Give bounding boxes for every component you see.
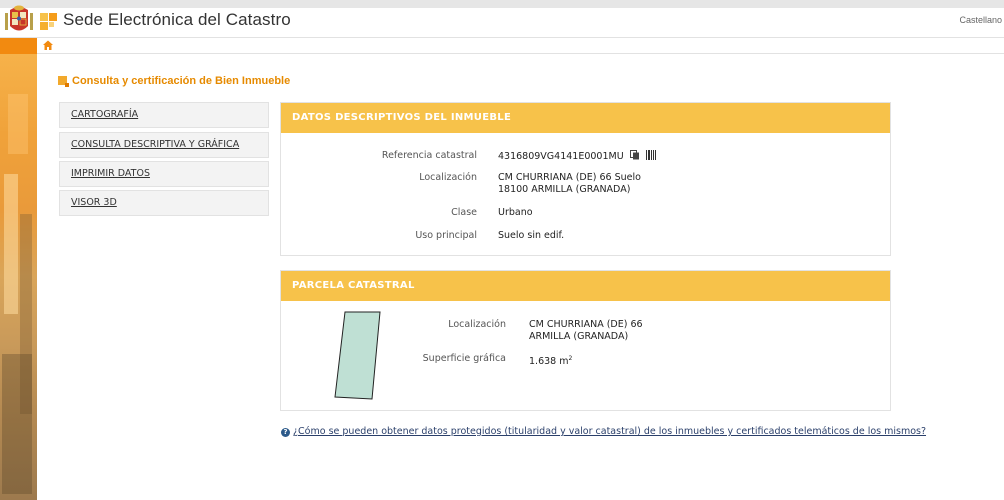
- help-question-icon: ?: [281, 428, 290, 437]
- loc-line-2: 18100 ARMILLA (GRANADA): [498, 184, 631, 195]
- superficie-number: 1.638 m: [529, 356, 569, 368]
- datos-panel-header: DATOS DESCRIPTIVOS DEL INMUEBLE: [281, 103, 890, 133]
- catastro-logo-icon: [40, 13, 58, 31]
- language-selector[interactable]: Castellano: [959, 15, 1002, 25]
- copy-icon[interactable]: [629, 150, 640, 160]
- superficie-label: Superficie gráfica: [422, 353, 506, 364]
- sidebar-item-visor-3d[interactable]: VISOR 3D: [59, 190, 269, 216]
- datos-descriptivos-panel: DATOS DESCRIPTIVOS DEL INMUEBLE Referenc…: [280, 102, 891, 256]
- nav-bar: [0, 37, 1004, 54]
- help-link-row: ? ¿Cómo se pueden obtener datos protegido…: [281, 426, 926, 437]
- uso-label: Uso principal: [415, 230, 477, 241]
- superficie-value: 1.638 m2: [529, 353, 572, 368]
- clase-value: Urbano: [498, 207, 533, 218]
- parcela-loc-line-1: CM CHURRIANA (DE) 66: [529, 319, 643, 330]
- parcel-map-shape[interactable]: [333, 311, 381, 401]
- site-title[interactable]: Sede Electrónica del Catastro: [63, 10, 291, 30]
- sidebar-item-consulta[interactable]: CONSULTA DESCRIPTIVA Y GRÁFICA: [59, 132, 269, 158]
- page-title: Consulta y certificación de Bien Inmuebl…: [58, 75, 290, 87]
- parcela-loc-label: Localización: [448, 319, 506, 330]
- page-title-text: Consulta y certificación de Bien Inmuebl…: [72, 75, 291, 87]
- sidebar-item-imprimir[interactable]: IMPRIMIR DATOS: [59, 161, 269, 187]
- nav-accent: [0, 38, 37, 54]
- decorative-side-image: [0, 54, 37, 500]
- uso-value: Suelo sin edif.: [498, 230, 565, 241]
- loc-label: Localización: [419, 172, 477, 183]
- parcela-catastral-panel: PARCELA CATASTRAL Localización CM CHURRI…: [280, 270, 891, 411]
- heading-square-icon: [58, 76, 69, 87]
- sidebar-item-cartografia[interactable]: CARTOGRAFÍA: [59, 102, 269, 128]
- parcela-panel-header: PARCELA CATASTRAL: [281, 271, 890, 301]
- ref-value-wrap: 4316809VG4141E0001MU: [498, 150, 656, 163]
- ref-label: Referencia catastral: [381, 150, 477, 161]
- home-icon[interactable]: [43, 40, 53, 51]
- help-link[interactable]: ¿Cómo se pueden obtener datos protegidos…: [293, 426, 926, 437]
- barcode-icon[interactable]: [645, 150, 656, 160]
- superficie-unit-exp: 2: [568, 355, 573, 362]
- loc-line-1: CM CHURRIANA (DE) 66 Suelo: [498, 172, 641, 183]
- ref-value: 4316809VG4141E0001MU: [498, 151, 624, 162]
- clase-label: Clase: [451, 207, 477, 218]
- coat-of-arms-icon: [5, 5, 33, 31]
- top-bar: [0, 0, 1004, 8]
- parcela-loc-line-2: ARMILLA (GRANADA): [529, 331, 629, 342]
- header: Sede Electrónica del Catastro Castellano: [0, 5, 1004, 37]
